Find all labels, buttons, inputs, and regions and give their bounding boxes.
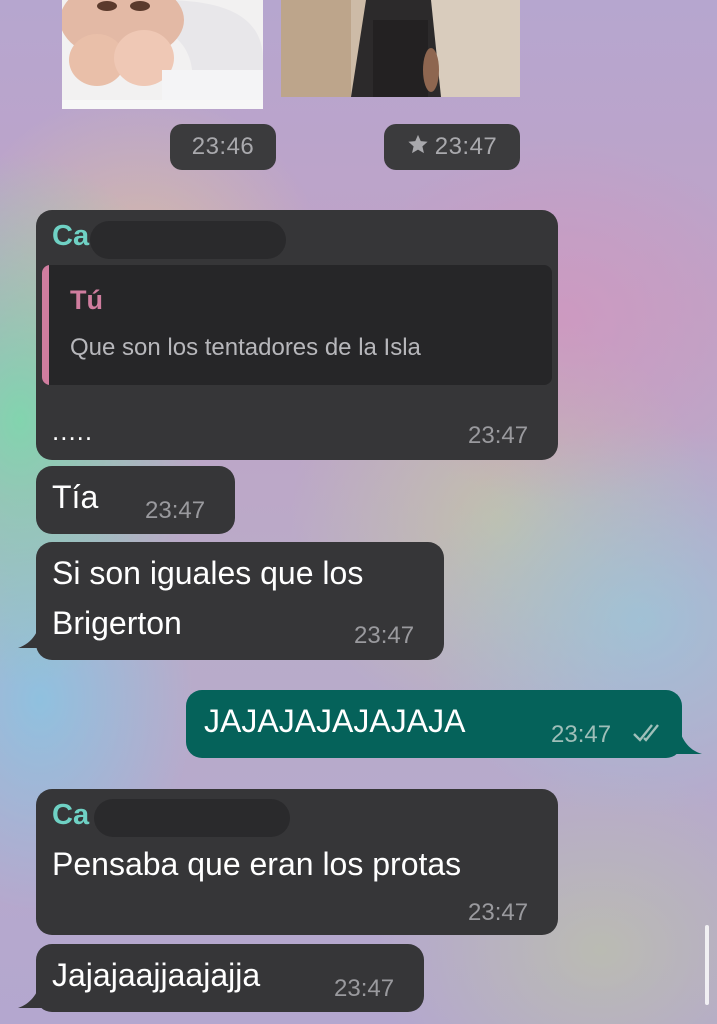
message-text: Pensaba que eran los protas: [52, 846, 462, 882]
message-time: 23:47: [354, 622, 415, 649]
message-time: 23:47: [334, 975, 395, 1002]
message-text: Jajajaajjaajajja: [52, 957, 261, 993]
quote-accent-bar: [42, 265, 49, 385]
star-icon: [407, 133, 429, 162]
sender-name[interactable]: Ca: [52, 799, 89, 832]
media-time-right: 23:47: [434, 133, 498, 160]
message-bubble[interactable]: Si son iguales que los Brigerton 23:47: [36, 542, 444, 660]
message-text: .....: [52, 416, 94, 446]
message-bubble-outgoing[interactable]: JAJAJAJAJAJAJA 23:47: [186, 690, 682, 758]
quoted-message[interactable]: Tú Que son los tentadores de la Isla: [42, 265, 552, 385]
scroll-indicator[interactable]: [705, 925, 709, 1005]
quote-author: Tú: [70, 285, 103, 315]
message-time: 23:47: [468, 422, 529, 449]
message-bubble[interactable]: Ca Pensaba que eran los protas 23:47: [36, 789, 558, 935]
sender-name[interactable]: Ca: [52, 220, 89, 253]
message-time: 23:47: [468, 899, 529, 926]
media-timestamp-left: 23:46: [170, 124, 276, 170]
message-bubble-reply[interactable]: Ca Tú Que son los tentadores de la Isla …: [36, 210, 558, 460]
message-bubble[interactable]: Tía 23:47: [36, 466, 235, 534]
message-bubble[interactable]: Jajajaajjaajajja 23:47: [36, 944, 424, 1012]
message-text-line1: Si son iguales que los: [52, 555, 364, 591]
media-timestamp-right: 23:47: [384, 124, 520, 170]
image-thumbnail-person[interactable]: [281, 0, 520, 97]
message-text-line2: Brigerton: [52, 605, 182, 641]
message-text: Tía: [52, 479, 99, 515]
message-text: JAJAJAJAJAJAJA: [204, 703, 466, 739]
image-thumbnail-baby[interactable]: [62, 0, 263, 109]
quote-text: Que son los tentadores de la Isla: [70, 334, 421, 361]
media-time-left: 23:46: [191, 133, 255, 160]
redacted-name-block: [94, 799, 290, 837]
message-time: 23:47: [551, 721, 612, 748]
message-time: 23:47: [145, 497, 206, 524]
redacted-name-block: [90, 221, 286, 259]
double-check-icon: [632, 722, 666, 749]
